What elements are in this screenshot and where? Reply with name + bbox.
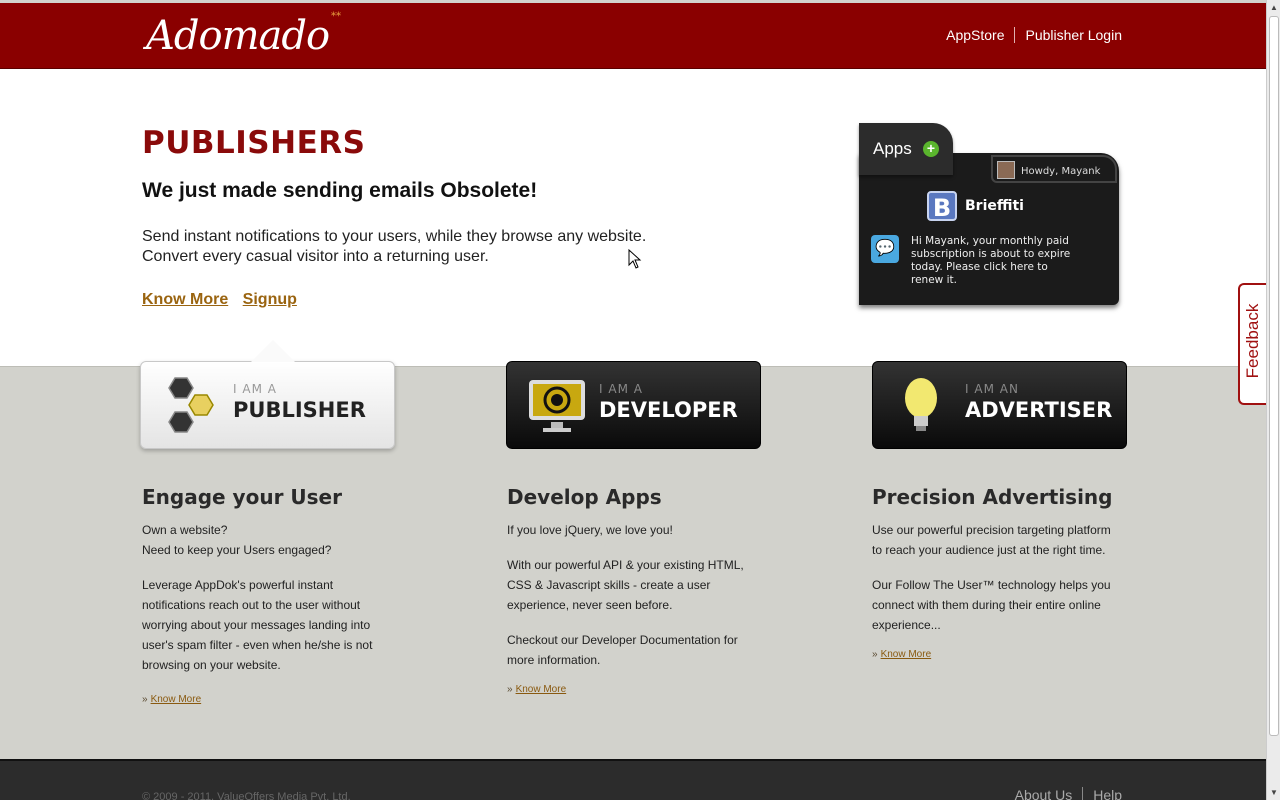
column-docs: Checkout our Developer Documentation for… xyxy=(507,633,738,667)
column-title: Develop Apps xyxy=(507,485,662,509)
advertiser-column: Precision Advertising Use our powerful p… xyxy=(872,484,1122,665)
publisher-know-more-link[interactable]: Know More xyxy=(151,694,202,705)
nav-divider xyxy=(1082,787,1084,800)
role-prefix: I AM A xyxy=(599,382,643,396)
selected-pointer xyxy=(251,340,295,362)
greeting-badge: Howdy, Mayank xyxy=(991,155,1117,183)
top-nav: AppStore Publisher Login xyxy=(946,27,1122,43)
apps-tab: Apps + xyxy=(859,123,953,175)
column-body: Our Follow The User™ technology helps yo… xyxy=(872,578,1111,632)
intro-line-2: Need to keep your Users engaged? xyxy=(142,543,332,557)
scroll-down-icon[interactable]: ▼ xyxy=(1270,788,1278,797)
role-label: ADVERTISER xyxy=(965,398,1113,422)
hexagons-icon xyxy=(168,377,214,433)
role-prefix: I AM AN xyxy=(965,382,1019,396)
notification-message: Hi Mayank, your monthly paid subscriptio… xyxy=(871,235,1079,287)
brieffiti-logo-icon: B xyxy=(927,191,957,222)
appstore-link[interactable]: AppStore xyxy=(946,27,1004,43)
developer-role-card[interactable]: I AM A DEVELOPER xyxy=(506,361,761,449)
developer-column: Develop Apps If you love jQuery, we love… xyxy=(507,484,757,700)
footer-nav: About Us Help xyxy=(1015,787,1122,800)
footer: © 2009 - 2011, ValueOffers Media Pvt. Lt… xyxy=(0,759,1266,800)
logo-text: Adomado xyxy=(146,13,330,59)
column-intro: If you love jQuery, we love you! xyxy=(507,523,673,537)
hero-desc-line-2: Convert every casual visitor into a retu… xyxy=(142,248,489,265)
chat-bubble-icon xyxy=(871,235,899,263)
know-more-row: » Know More xyxy=(507,684,567,695)
column-title: Engage your User xyxy=(142,485,342,509)
column-intro: Use our powerful precision targeting pla… xyxy=(872,523,1111,557)
widget-body: Howdy, Mayank B Brieffiti Hi Mayank, you… xyxy=(859,153,1119,305)
column-body: With our powerful API & your existing HT… xyxy=(507,558,744,612)
about-us-link[interactable]: About Us xyxy=(1015,787,1073,800)
help-link[interactable]: Help xyxy=(1093,787,1122,800)
greeting-text: Howdy, Mayank xyxy=(1021,166,1101,177)
know-more-row: » Know More xyxy=(142,694,202,705)
intro-line-1: Own a website? xyxy=(142,523,228,537)
scrollbar-thumb[interactable] xyxy=(1269,16,1279,736)
brand-name: Brieffiti xyxy=(965,198,1024,214)
advertiser-know-more-link[interactable]: Know More xyxy=(881,649,932,660)
feedback-label: Feedback xyxy=(1243,303,1262,379)
page-scrollbar[interactable]: ▲ ▼ xyxy=(1266,0,1280,800)
scroll-up-icon[interactable]: ▲ xyxy=(1270,3,1278,12)
advertiser-role-card[interactable]: I AM AN ADVERTISER xyxy=(872,361,1127,449)
hero-description: Send instant notifications to your users… xyxy=(142,227,702,267)
column-title: Precision Advertising xyxy=(872,485,1113,509)
mouse-cursor-icon xyxy=(628,249,642,269)
feedback-tab[interactable]: Feedback xyxy=(1238,283,1266,405)
role-prefix: I AM A xyxy=(233,382,277,396)
notification-text: Hi Mayank, your monthly paid subscriptio… xyxy=(911,235,1071,286)
notification-widget-preview: Howdy, Mayank B Brieffiti Hi Mayank, you… xyxy=(859,123,1121,309)
publisher-column: Engage your User Own a website? Need to … xyxy=(142,484,392,710)
hero-links: Know More Signup xyxy=(142,291,307,309)
hero-section: PUBLISHERS We just made sending emails O… xyxy=(0,69,1266,367)
monitor-icon xyxy=(529,380,585,432)
lightbulb-icon xyxy=(905,378,937,431)
headline: We just made sending emails Obsolete! xyxy=(142,179,538,202)
column-intro: Own a website? Need to keep your Users e… xyxy=(142,520,392,560)
hero-desc-line-1: Send instant notifications to your users… xyxy=(142,228,647,245)
role-label: PUBLISHER xyxy=(233,398,366,422)
avatar xyxy=(997,161,1015,179)
copyright: © 2009 - 2011, ValueOffers Media Pvt. Lt… xyxy=(142,791,351,800)
signup-link[interactable]: Signup xyxy=(243,291,297,308)
publisher-login-link[interactable]: Publisher Login xyxy=(1025,27,1122,43)
apps-tab-label: Apps xyxy=(873,139,912,158)
column-body: Leverage AppDok's powerful instant notif… xyxy=(142,578,373,672)
know-more-link[interactable]: Know More xyxy=(142,291,228,308)
publisher-role-card[interactable]: I AM A PUBLISHER xyxy=(140,340,395,449)
app-brand: B Brieffiti xyxy=(927,191,1024,222)
role-label: DEVELOPER xyxy=(599,398,738,422)
plus-icon: + xyxy=(923,141,939,157)
developer-know-more-link[interactable]: Know More xyxy=(516,684,567,695)
logo-stars: ** xyxy=(331,11,342,22)
nav-divider xyxy=(1014,27,1016,43)
top-header: Adomado ** AppStore Publisher Login xyxy=(0,3,1266,69)
page-title: PUBLISHERS xyxy=(142,125,366,161)
know-more-row: » Know More xyxy=(872,649,932,660)
logo[interactable]: Adomado ** xyxy=(146,11,341,59)
